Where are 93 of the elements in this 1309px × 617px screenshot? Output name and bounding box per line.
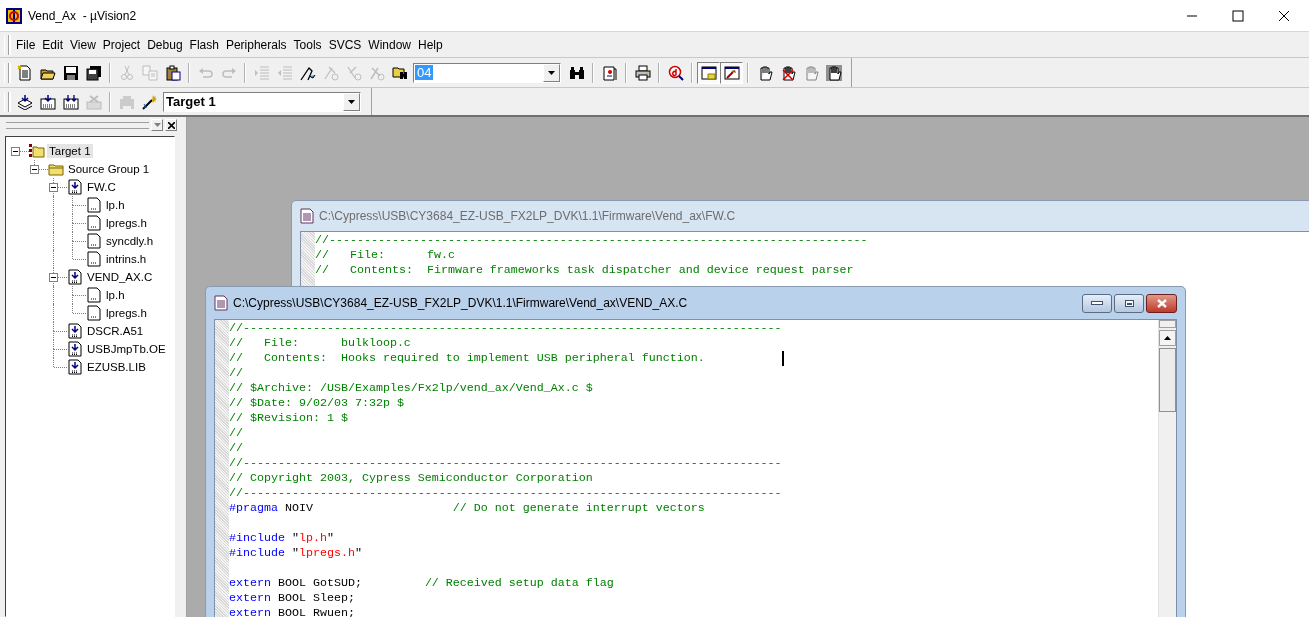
- document-icon: [300, 208, 314, 224]
- menu-item[interactable]: Window: [365, 37, 414, 52]
- code-line: #include "lpregs.h": [229, 546, 362, 561]
- header-file-icon: [86, 197, 102, 213]
- code-line: // File: fw.c: [315, 248, 455, 263]
- tree-item[interactable]: VEND_AX.C: [85, 270, 155, 284]
- source-file-icon: [67, 359, 83, 375]
- code-line: //-----------------------------------------------------------------------------: [229, 321, 782, 336]
- header-file-icon: [86, 251, 102, 267]
- menu-item[interactable]: Edit: [39, 37, 67, 52]
- dropdown-arrow-icon: [548, 70, 555, 75]
- code-line: #pragma NOIV // Do not generate interrupt vectors: [229, 501, 705, 516]
- minimize-button[interactable]: [1082, 293, 1112, 313]
- menu-item[interactable]: Flash: [186, 37, 222, 52]
- code-line: // $Date: 9/02/03 7:32p $: [229, 396, 404, 411]
- code-line: extern BOOL Sleep;: [229, 591, 355, 606]
- scrollbar[interactable]: [1158, 320, 1176, 617]
- source-file-icon: [67, 341, 83, 357]
- toolbar-grip[interactable]: [4, 91, 9, 112]
- toolbar-grip[interactable]: [4, 34, 9, 55]
- tree-item[interactable]: DSCR.A51: [85, 324, 146, 338]
- code-line: //: [229, 441, 243, 456]
- code-line: // Contents: Firmware frameworks task dispatcher and device request parser: [315, 263, 854, 278]
- tree-item[interactable]: lpregs.h: [104, 306, 149, 320]
- tree-item[interactable]: lpregs.h: [104, 216, 149, 230]
- menu-item[interactable]: File: [13, 37, 39, 52]
- toolbar-grip[interactable]: [4, 62, 9, 83]
- code-line: // $Archive: /USB/Examples/Fx2lp/vend_ax/Vend_Ax.c $: [229, 381, 593, 396]
- editor-title: C:\Cypress\USB\CY3684_EZ-USB_FX2LP_DVK\1.1\Firmware\Vend_ax\FW.C: [319, 209, 736, 223]
- project-window-icon[interactable]: [697, 61, 720, 84]
- scrollbar-button[interactable]: [1159, 320, 1176, 328]
- tree-item[interactable]: syncdly.h: [104, 234, 156, 248]
- menu-item[interactable]: Peripherals: [222, 37, 290, 52]
- menu-item[interactable]: View: [67, 37, 99, 52]
- scroll-up-button[interactable]: [1159, 330, 1176, 346]
- code-line: //: [229, 426, 243, 441]
- collapse-toggle[interactable]: [49, 183, 58, 192]
- combo-box[interactable]: Target 1: [163, 91, 361, 112]
- tree-item[interactable]: lp.h: [104, 288, 127, 302]
- folder-icon: [48, 161, 64, 177]
- up-arrow-icon: [1164, 336, 1171, 340]
- close-icon: [167, 121, 175, 129]
- minimize-icon: [1091, 301, 1103, 305]
- window-title: Vend_Ax - µVision2: [28, 8, 137, 23]
- header-file-icon: [86, 233, 102, 249]
- dropdown-button[interactable]: [151, 119, 163, 131]
- dropdown-arrow-icon: [153, 123, 161, 127]
- tree-item[interactable]: EZUSB.LIB: [85, 360, 148, 374]
- code-line: // $Revision: 1 $: [229, 411, 348, 426]
- menu-item[interactable]: SVCS: [325, 37, 365, 52]
- tree-item[interactable]: lp.h: [104, 198, 127, 212]
- code-line: //-----------------------------------------------------------------------------: [315, 233, 868, 248]
- menu-item[interactable]: Project: [99, 37, 144, 52]
- header-file-icon: [86, 215, 102, 231]
- tree-item[interactable]: intrins.h: [104, 252, 149, 266]
- close-button[interactable]: [1146, 293, 1177, 313]
- close-panel-button[interactable]: [165, 119, 177, 131]
- source-file-icon: [67, 269, 83, 285]
- code-line: // Contents: Hooks required to implement USB peripheral function.: [229, 351, 705, 366]
- app-icon: [6, 7, 22, 24]
- close-icon[interactable]: [1278, 9, 1290, 22]
- restore-icon: [1124, 299, 1134, 307]
- maximize-icon[interactable]: [1232, 9, 1244, 22]
- restore-button[interactable]: [1114, 293, 1144, 313]
- tree-item[interactable]: Target 1: [47, 144, 93, 158]
- editor-title: C:\Cypress\USB\CY3684_EZ-USB_FX2LP_DVK\1.1\Firmware\Vend_ax\VEND_AX.C: [233, 296, 688, 310]
- output-window-icon[interactable]: [720, 61, 743, 84]
- code-line: //-----------------------------------------------------------------------------: [229, 486, 782, 501]
- code-line: // File: bulkloop.c: [229, 336, 411, 351]
- header-file-icon: [86, 287, 102, 303]
- panel-grip[interactable]: [6, 121, 149, 129]
- tree-item[interactable]: Source Group 1: [66, 162, 152, 176]
- code-line: #include "lp.h": [229, 531, 334, 546]
- close-icon: [1155, 298, 1168, 308]
- document-icon: [214, 295, 228, 311]
- tree-item[interactable]: USBJmpTb.OE: [85, 342, 168, 356]
- dropdown-arrow-icon: [348, 99, 355, 104]
- menu-item[interactable]: Debug: [144, 37, 186, 52]
- header-file-icon: [86, 305, 102, 321]
- tree-item[interactable]: FW.C: [85, 180, 118, 194]
- source-file-icon: [67, 323, 83, 339]
- code-line: // Copyright 2003, Cypress Semiconductor Corporation: [229, 471, 593, 486]
- target-folder-icon: [29, 143, 45, 159]
- menu-item[interactable]: Help: [415, 37, 446, 52]
- source-file-icon: [67, 179, 83, 195]
- collapse-toggle[interactable]: [11, 147, 20, 156]
- code-line: //: [229, 366, 243, 381]
- code-line: extern BOOL GotSUD; // Received setup data flag: [229, 576, 614, 591]
- code-line: //-----------------------------------------------------------------------------: [229, 456, 782, 471]
- scroll-thumb[interactable]: [1159, 348, 1176, 412]
- menu-item[interactable]: Tools: [290, 37, 325, 52]
- collapse-toggle[interactable]: [49, 273, 58, 282]
- collapse-toggle[interactable]: [30, 165, 39, 174]
